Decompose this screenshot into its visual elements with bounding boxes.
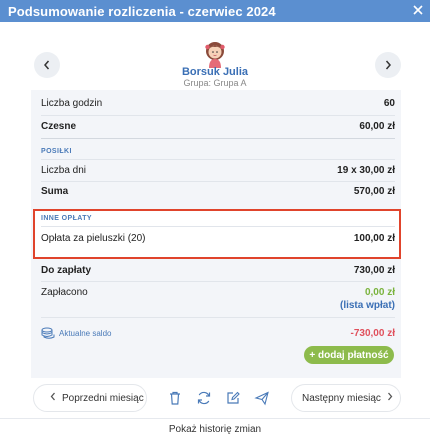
meals-sum-row: Suma 570,00 zł [41, 186, 395, 197]
other-fees-section-title: INNE OPŁATY [41, 215, 92, 222]
divider [0, 418, 430, 419]
other-fees-highlight: INNE OPŁATY Opłata za pieluszki (20) 100… [33, 209, 401, 259]
paid-value: 0,00 zł [364, 287, 395, 298]
trash-icon[interactable] [167, 390, 183, 406]
divider [41, 226, 395, 227]
meals-section-title: POSIŁKI [41, 148, 72, 155]
payments-list-link[interactable]: (lista wpłat) [340, 300, 395, 311]
avatar [204, 40, 226, 68]
divider [41, 317, 395, 318]
add-payment-button[interactable]: + dodaj płatność [304, 346, 394, 364]
diapers-value: 100,00 zł [353, 233, 395, 244]
coins-icon [41, 327, 55, 339]
close-icon[interactable] [410, 2, 426, 18]
diapers-label: Opłata za pieluszki (20) [41, 233, 146, 244]
previous-month-button[interactable]: Poprzedni miesiąc [33, 384, 147, 412]
chevron-left-icon [50, 392, 56, 404]
child-group: Grupa: Grupa A [183, 78, 247, 88]
chevron-right-icon [387, 392, 393, 404]
hours-value: 60 [383, 98, 395, 109]
hours-label: Liczba godzin [41, 98, 103, 109]
tuition-row: Czesne 60,00 zł [41, 121, 395, 132]
send-icon[interactable] [254, 390, 270, 406]
divider [41, 281, 395, 282]
tuition-value: 60,00 zł [359, 121, 395, 132]
balance-value: -730,00 zł [350, 327, 395, 339]
previous-month-label: Poprzedni miesiąc [62, 392, 144, 404]
window-title: Podsumowanie rozliczenia - czerwiec 2024 [8, 3, 276, 19]
divider [41, 115, 395, 116]
to-pay-label: Do zapłaty [41, 265, 92, 276]
paid-values: 0,00 zł (lista wpłat) [340, 287, 395, 311]
to-pay-value: 730,00 zł [353, 265, 395, 276]
meal-days-row: Liczba dni 19 x 30,00 zł [41, 165, 395, 176]
meals-sum-value: 570,00 zł [353, 186, 395, 197]
to-pay-row: Do zapłaty 730,00 zł [41, 265, 395, 276]
window-titlebar: Podsumowanie rozliczenia - czerwiec 2024 [0, 0, 430, 22]
paid-label: Zapłacono [41, 287, 88, 298]
meal-days-value: 19 x 30,00 zł [337, 165, 395, 176]
next-month-button[interactable]: Następny miesiąc [291, 384, 401, 412]
meals-sum-label: Suma [41, 186, 69, 197]
bottom-toolbar: Poprzedni miesiąc Następny miesiąc [0, 381, 430, 415]
tuition-label: Czesne [41, 121, 77, 132]
hours-row: Liczba godzin 60 [41, 98, 395, 109]
paid-row: Zapłacono 0,00 zł (lista wpłat) [41, 287, 395, 311]
diapers-row: Opłata za pieluszki (20) 100,00 zł [41, 233, 395, 244]
show-history-link[interactable]: Pokaż historię zmian [0, 424, 430, 435]
divider [41, 138, 395, 139]
refresh-icon[interactable] [196, 390, 212, 406]
divider [41, 181, 395, 182]
edit-icon[interactable] [225, 390, 241, 406]
meal-days-label: Liczba dni [41, 165, 87, 176]
next-month-label: Następny miesiąc [302, 392, 381, 404]
child-name: Borsuk Julia [181, 66, 249, 78]
balance-label: Aktualne saldo [59, 328, 112, 338]
balance-row: Aktualne saldo -730,00 zł [41, 327, 395, 339]
balance-label-wrap: Aktualne saldo [41, 327, 111, 339]
divider [41, 159, 395, 160]
